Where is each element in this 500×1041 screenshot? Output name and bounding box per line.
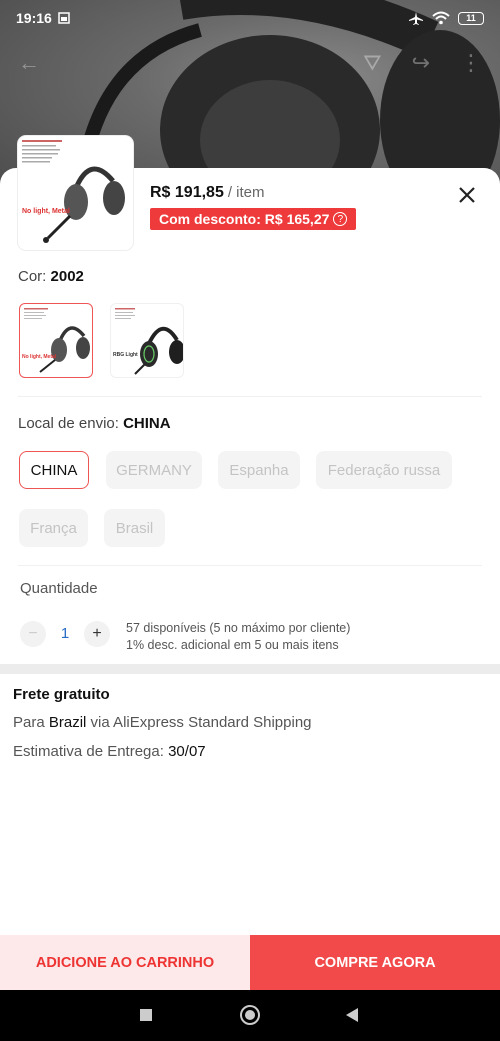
divider (18, 565, 482, 566)
battery-level: 11 (466, 13, 476, 23)
thumbnail-caption: No light, Metal (22, 208, 70, 215)
price: R$ 191,85 (150, 184, 224, 201)
divider (18, 396, 482, 397)
recents-icon[interactable] (140, 1009, 152, 1021)
delivery-estimate: Estimativa de Entrega: 30/07 (13, 743, 206, 760)
status-bar: 19:16 11 (0, 0, 500, 36)
swatch-caption: No light, Metal (22, 354, 57, 360)
decrease-button[interactable]: − (20, 621, 46, 647)
airplane-icon (409, 12, 423, 25)
ship-option-germany[interactable]: GERMANY (106, 451, 202, 489)
ship-from-value: CHINA (123, 415, 171, 432)
discount-badge[interactable]: Com desconto: R$ 165,27 ? (150, 208, 357, 230)
ship-option-brazil[interactable]: Brasil (104, 509, 165, 547)
color-option-no-light-metal[interactable]: No light, Metal (19, 303, 93, 378)
delivery-date: 30/07 (168, 743, 206, 760)
status-time: 19:16 (16, 10, 70, 26)
ship-option-russia[interactable]: Federação russa (316, 451, 452, 489)
gallery-icon (58, 12, 70, 24)
price-unit: / item (227, 184, 265, 201)
add-to-cart-button[interactable]: ADICIONE AO CARRINHO (0, 935, 250, 990)
ship-option-spain[interactable]: Espanha (218, 451, 300, 489)
destination-country: Brazil (48, 714, 87, 731)
close-icon[interactable] (456, 184, 478, 206)
more-icon: ⋮ (460, 50, 482, 75)
wifi-icon (432, 11, 450, 25)
info-icon[interactable]: ? (333, 212, 348, 226)
swatch-caption: RBG Light (113, 352, 138, 358)
increase-button[interactable]: + (84, 621, 110, 647)
battery-icon: 11 (458, 11, 484, 25)
price-row: R$ 191,85 / item (150, 184, 265, 202)
bulk-discount: 1% desc. adicional em 5 ou mais itens (126, 638, 339, 652)
ship-option-china[interactable]: CHINA (19, 451, 89, 489)
product-thumbnail: No light, Metal (18, 136, 133, 250)
cart-icon: ⛛ (363, 50, 382, 75)
back-arrow-icon: ← (18, 50, 40, 75)
ship-from-label: Local de envio: CHINA (18, 415, 171, 432)
color-option-rbg-light[interactable]: RBG Light (110, 303, 184, 378)
shipping-method: Para Brazil via AliExpress Standard Ship… (13, 714, 312, 731)
share-icon: ↪ (411, 50, 430, 75)
discount-text: Com desconto: R$ 165,27 (159, 211, 330, 227)
free-shipping-title: Frete gratuito (13, 686, 110, 703)
quantity-label: Quantidade (20, 580, 98, 597)
headset-image (24, 308, 90, 373)
buy-now-button[interactable]: COMPRE AGORA (250, 935, 500, 990)
availability-info: 57 disponíveis (5 no máximo por cliente)… (126, 620, 350, 654)
color-value: 2002 (50, 268, 84, 285)
back-icon[interactable] (346, 1008, 358, 1022)
headset-image (115, 308, 183, 375)
color-label: Cor: 2002 (18, 268, 84, 285)
headset-image (22, 140, 125, 243)
ship-option-france[interactable]: França (19, 509, 88, 547)
quantity-value[interactable]: 1 (58, 625, 72, 642)
available-stock: 57 disponíveis (5 no máximo por cliente) (126, 621, 351, 635)
background-nav: ← ⛛ ↪ ⋮ (18, 50, 482, 76)
system-nav-bar (0, 990, 500, 1041)
section-separator (0, 664, 500, 674)
